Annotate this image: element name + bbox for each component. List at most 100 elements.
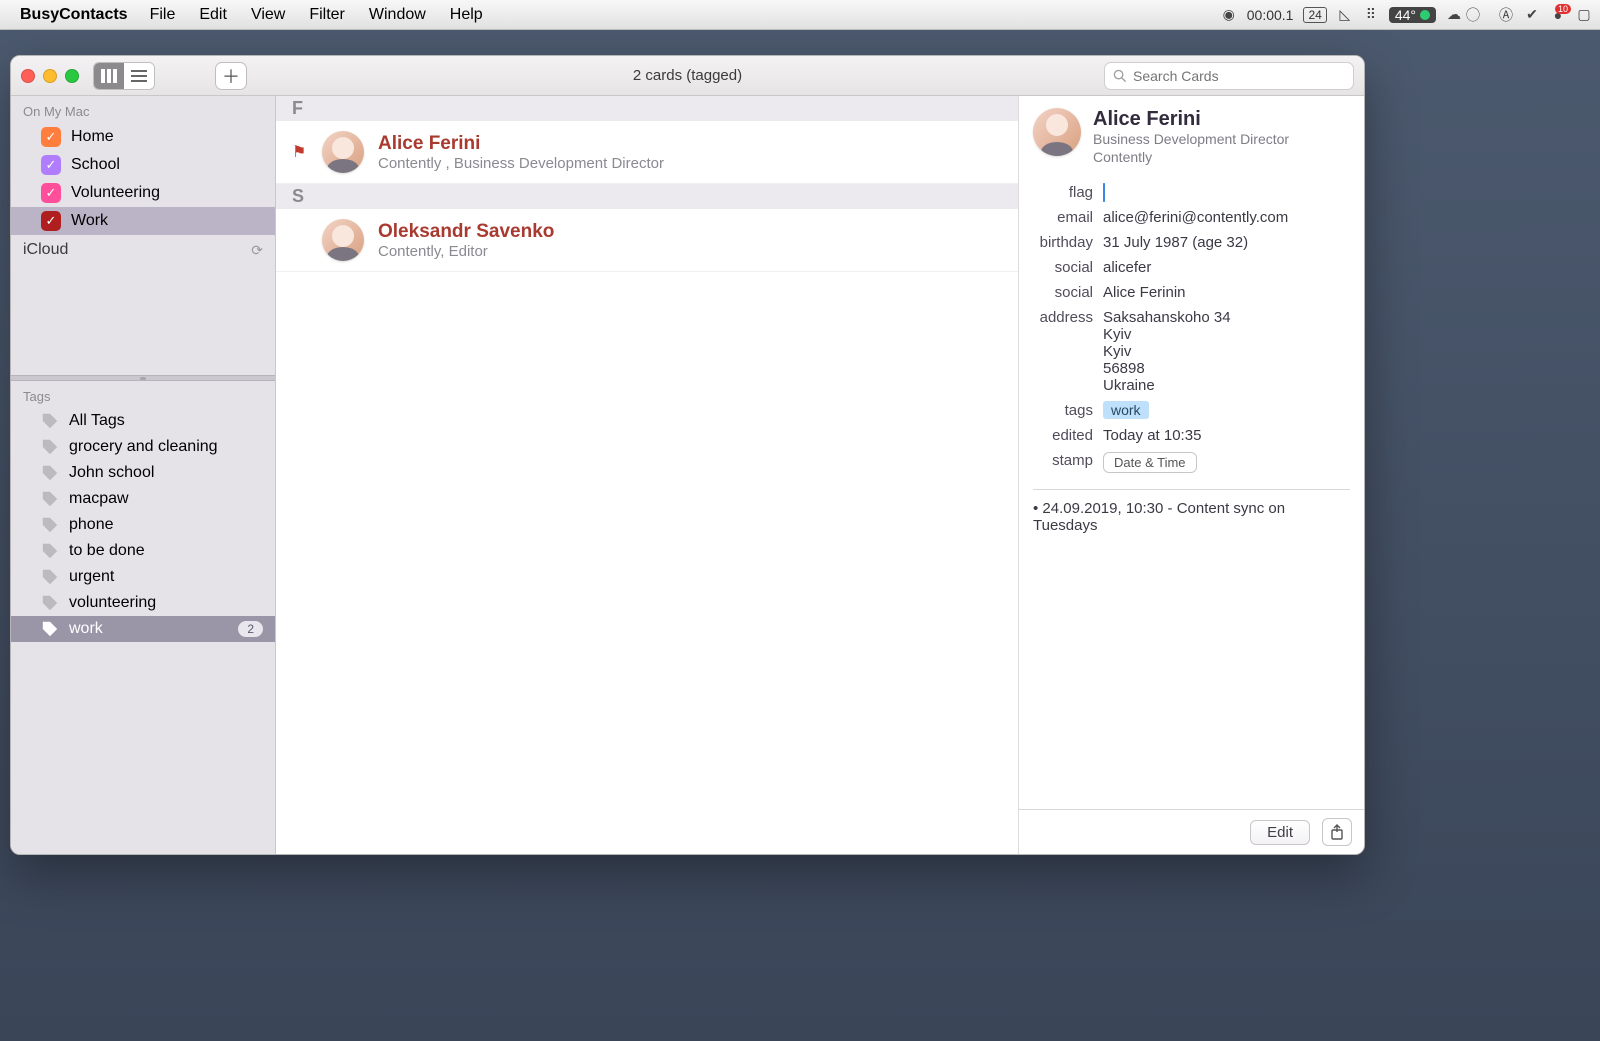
window-close-button[interactable] — [21, 69, 35, 83]
tag-label: work — [69, 620, 103, 638]
notification-icon[interactable]: ●10 — [1550, 7, 1566, 23]
list-section-header: S — [276, 184, 1018, 209]
value-social2[interactable]: Alice Ferinin — [1103, 284, 1350, 301]
card-subtitle: Contently, Editor — [378, 243, 554, 260]
check-icon[interactable]: ✔︎ — [1524, 7, 1540, 23]
card-avatar — [322, 131, 364, 173]
window-minimize-button[interactable] — [43, 69, 57, 83]
group-label: Volunteering — [71, 184, 160, 202]
flag-icon: ⚑ — [292, 142, 308, 162]
tag-icon — [41, 438, 59, 456]
airplay-icon[interactable]: ▢ — [1576, 7, 1592, 23]
tag-icon — [41, 516, 59, 534]
record-icon[interactable]: ◉ — [1221, 7, 1237, 23]
share-button[interactable] — [1322, 818, 1352, 846]
flag-checkbox[interactable] — [1103, 183, 1105, 202]
stamp-button[interactable]: Date & Time — [1103, 452, 1197, 473]
card-name: Alice Ferini — [378, 133, 664, 155]
tag-row-phone[interactable]: phone — [11, 512, 275, 538]
app-name[interactable]: BusyContacts — [20, 6, 128, 24]
tag-icon — [41, 620, 59, 638]
menu-file[interactable]: File — [150, 6, 176, 24]
sidebar-splitter[interactable] — [11, 375, 275, 381]
app-window: ＋ 2 cards (tagged) On My Mac ✓ Home ✓Schoo… — [10, 55, 1365, 855]
card-avatar — [322, 219, 364, 261]
edit-button[interactable]: Edit — [1250, 820, 1310, 845]
add-card-button[interactable]: ＋ — [215, 62, 247, 90]
tag-label: grocery and cleaning — [69, 438, 218, 456]
tag-icon — [41, 412, 59, 430]
tag-row-urgent[interactable]: urgent — [11, 564, 275, 590]
search-field[interactable] — [1104, 62, 1354, 90]
macos-menubar: BusyContacts File Edit View Filter Windo… — [0, 0, 1600, 30]
menu-edit[interactable]: Edit — [199, 6, 227, 24]
camera-icon[interactable]: ⃝ — [1472, 7, 1488, 23]
compass-icon[interactable]: Ⓐ — [1498, 7, 1514, 23]
sidebar-section-on-my-mac: On My Mac — [11, 96, 275, 123]
tag-row-macpaw[interactable]: macpaw — [11, 486, 275, 512]
label-social: social — [1033, 259, 1103, 276]
tag-row-to-be-done[interactable]: to be done — [11, 538, 275, 564]
label-tags: tags — [1033, 402, 1103, 419]
tag-label: All Tags — [69, 412, 125, 430]
menu-window[interactable]: Window — [369, 6, 426, 24]
detail-note[interactable]: • 24.09.2019, 10:30 - Content sync on Tu… — [1033, 489, 1350, 534]
sidebar-group-work[interactable]: ✓Work — [11, 207, 275, 235]
label-stamp: stamp — [1033, 452, 1103, 469]
list-section-header: F — [276, 96, 1018, 121]
tag-row-work[interactable]: work 2 — [11, 616, 275, 642]
detail-company: Contently — [1093, 149, 1289, 167]
view-list-button[interactable] — [124, 63, 154, 89]
window-titlebar: ＋ 2 cards (tagged) — [11, 56, 1364, 96]
tag-icon — [41, 464, 59, 482]
group-checkbox[interactable]: ✓ — [41, 211, 61, 231]
label-flag: flag — [1033, 184, 1103, 201]
tag-icon — [41, 490, 59, 508]
detail-avatar — [1033, 108, 1081, 156]
tag-row-all-tags[interactable]: All Tags — [11, 408, 275, 434]
share-icon — [1330, 824, 1344, 840]
group-checkbox[interactable]: ✓ — [41, 155, 61, 175]
search-icon — [1113, 69, 1127, 83]
menu-filter[interactable]: Filter — [309, 6, 345, 24]
dropbox-icon[interactable]: ⠿ — [1363, 7, 1379, 23]
sidebar-group-school[interactable]: ✓School — [11, 151, 275, 179]
tag-label: volunteering — [69, 594, 156, 612]
card-row[interactable]: Oleksandr SavenkoContently, Editor — [276, 209, 1018, 272]
date-box[interactable]: 24 — [1303, 7, 1326, 23]
group-checkbox[interactable]: ✓ — [41, 183, 61, 203]
value-social1[interactable]: alicefer — [1103, 259, 1350, 276]
label-edited: edited — [1033, 427, 1103, 444]
window-zoom-button[interactable] — [65, 69, 79, 83]
timer-text: 00:00.1 — [1247, 7, 1294, 23]
sidebar-group-volunteering[interactable]: ✓ Volunteering — [11, 179, 275, 207]
label-address: address — [1033, 309, 1103, 326]
tag-label: John school — [69, 464, 154, 482]
card-row[interactable]: ⚑ Alice FeriniContently , Business Develo… — [276, 121, 1018, 184]
value-address: Saksahanskoho 34KyivKyiv56898Ukraine — [1103, 309, 1350, 394]
value-email[interactable]: alice@ferini@contently.com — [1103, 209, 1350, 226]
weather-widget[interactable]: 44° — [1389, 7, 1436, 23]
tag-count: 2 — [238, 621, 263, 637]
tag-row-john-school[interactable]: John school — [11, 460, 275, 486]
search-input[interactable] — [1133, 68, 1345, 84]
card-subtitle: Contently , Business Development Directo… — [378, 155, 664, 172]
tag-pill-work[interactable]: work — [1103, 401, 1149, 419]
sync-icon[interactable]: ⟳ — [251, 242, 263, 259]
card-detail-panel: Alice Ferini Business Development Direct… — [1019, 96, 1364, 854]
sidebar-section-tags: Tags — [11, 381, 275, 408]
tag-row-volunteering[interactable]: volunteering — [11, 590, 275, 616]
menu-help[interactable]: Help — [450, 6, 483, 24]
value-birthday: 31 July 1987 (age 32) — [1103, 234, 1350, 251]
cloud-icon[interactable]: ☁︎ — [1446, 7, 1462, 23]
detail-name: Alice Ferini — [1093, 108, 1289, 131]
menu-view[interactable]: View — [251, 6, 285, 24]
group-checkbox[interactable]: ✓ — [41, 127, 61, 147]
tag-row-grocery-and-cleaning[interactable]: grocery and cleaning — [11, 434, 275, 460]
view-columns-button[interactable] — [94, 63, 124, 89]
paper-plane-icon[interactable]: ◺ — [1337, 7, 1353, 23]
tag-icon — [41, 542, 59, 560]
sidebar-group-home[interactable]: ✓ Home — [11, 123, 275, 151]
sidebar-section-icloud[interactable]: iCloud — [23, 241, 68, 259]
group-label: Home — [71, 128, 114, 146]
